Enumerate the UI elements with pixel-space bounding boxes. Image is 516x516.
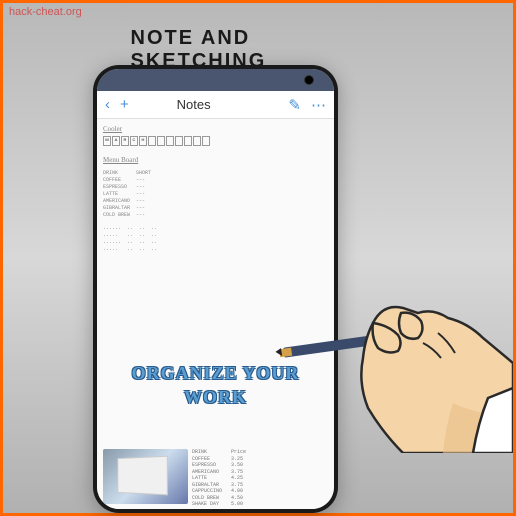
cal-cell	[148, 136, 156, 146]
dots-sketch: ...... .. .. .. ..... .. .. .. ...... ..…	[103, 225, 328, 253]
cal-cell	[157, 136, 165, 146]
nav-title: Notes	[109, 97, 279, 112]
sketch-header-2: Menu Board	[103, 156, 328, 164]
calendar-sketch: M A R C H	[103, 136, 328, 146]
sketch-header-1: Cooler	[103, 125, 328, 133]
cal-cell: H	[139, 136, 147, 146]
photo-thumbnail[interactable]	[103, 449, 188, 504]
cal-cell	[175, 136, 183, 146]
menu-sketch: DRINK SHORT COFFEE --- ESPRESSO --- LATT…	[103, 170, 328, 219]
watermark-text: hack-cheat.org	[9, 6, 82, 18]
camera-cutout	[304, 75, 314, 85]
edit-icon[interactable]: ✎	[288, 96, 301, 114]
cal-cell: M	[103, 136, 111, 146]
bottom-section: DRINK Price COFFEE 3.25 ESPRESSO 3.50 AM…	[103, 449, 328, 509]
menu-icon[interactable]: ⋯	[311, 96, 326, 114]
nav-bar: ‹ + Notes ✎ ⋯	[97, 91, 334, 119]
cal-cell	[202, 136, 210, 146]
cal-cell	[166, 136, 174, 146]
hand-illustration	[273, 253, 513, 453]
cal-cell: R	[121, 136, 129, 146]
cal-cell: C	[130, 136, 138, 146]
cal-cell	[184, 136, 192, 146]
status-bar	[97, 69, 334, 91]
price-list: DRINK Price COFFEE 3.25 ESPRESSO 3.50 AM…	[192, 449, 246, 509]
cal-cell	[193, 136, 201, 146]
cal-cell: A	[112, 136, 120, 146]
